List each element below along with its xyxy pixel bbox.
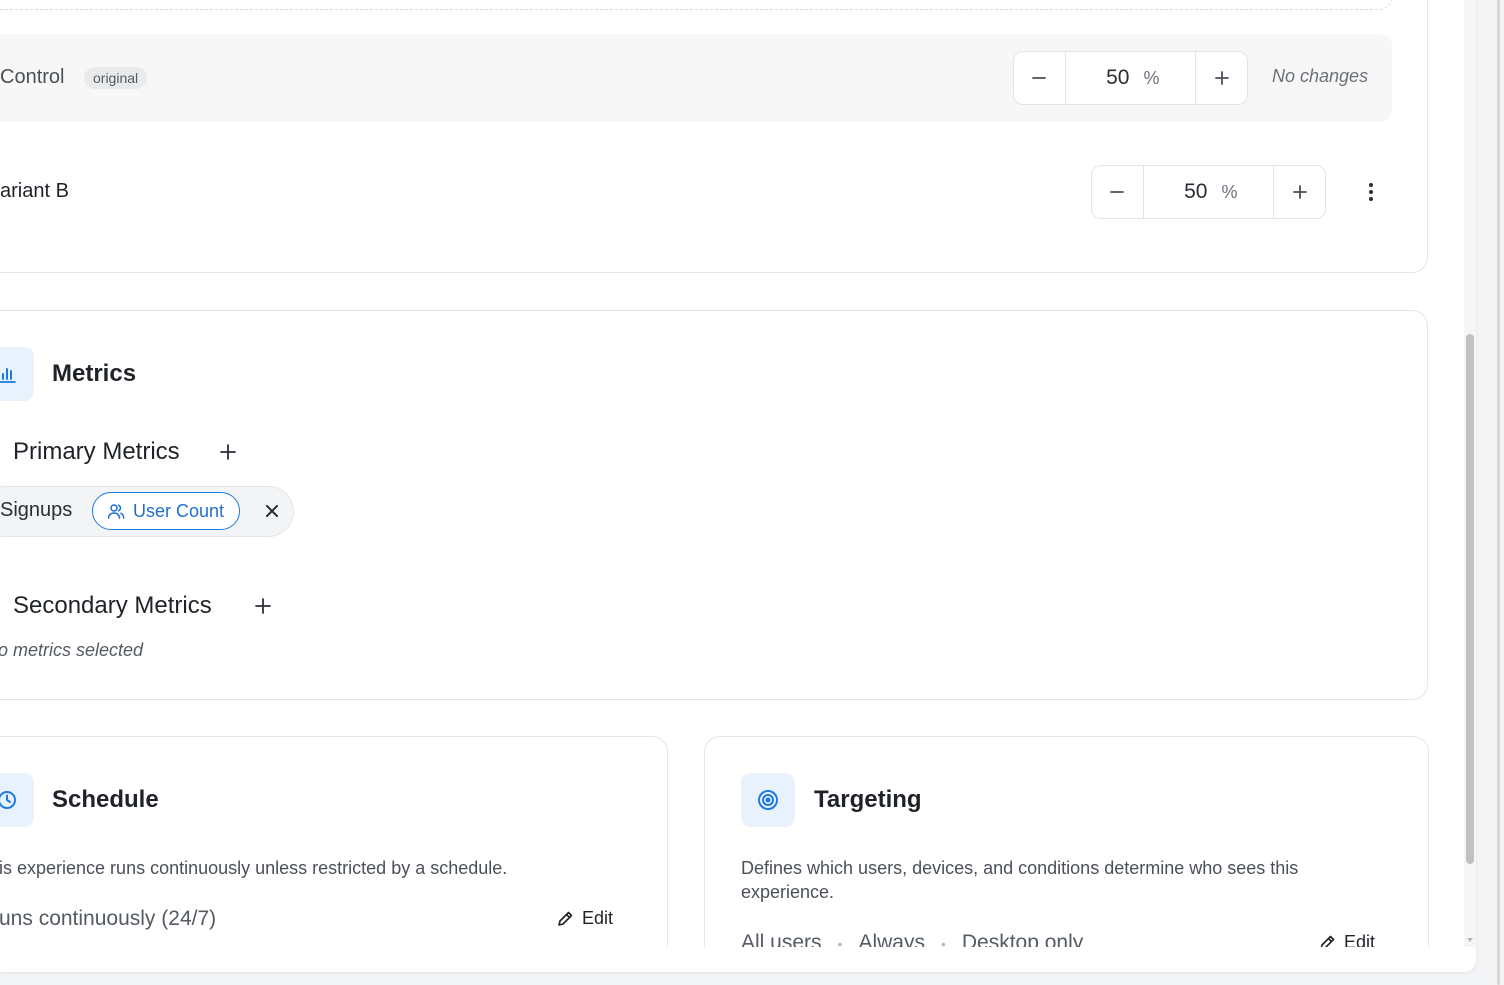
secondary-metrics-title: Secondary Metrics xyxy=(13,592,212,619)
user-count-label: User Count xyxy=(133,500,225,521)
schedule-edit-button[interactable]: Edit xyxy=(556,908,613,929)
user-count-tag[interactable]: User Count xyxy=(92,492,241,530)
targeting-card xyxy=(704,736,1429,947)
metrics-tile xyxy=(0,347,34,401)
minus-icon xyxy=(1032,77,1047,79)
primary-metrics-title: Primary Metrics xyxy=(13,438,180,465)
weight-input[interactable]: 50 xyxy=(1144,180,1222,204)
scrollbar-thumb[interactable] xyxy=(1466,334,1474,864)
more-options-icon[interactable] xyxy=(1360,177,1382,207)
secondary-metrics-empty: o metrics selected xyxy=(0,640,144,660)
schedule-description: is experience runs continuously unless r… xyxy=(0,858,508,878)
weight-input[interactable]: 50 xyxy=(1066,66,1144,90)
percent-unit: % xyxy=(1143,67,1160,88)
increase-button[interactable] xyxy=(1273,166,1325,218)
targeting-timing: Always xyxy=(858,931,925,947)
control-status: No changes xyxy=(1272,66,1369,86)
variant-name-b: ariant B xyxy=(0,180,69,202)
targeting-device: Desktop only xyxy=(961,931,1084,947)
add-secondary-metric-button[interactable] xyxy=(250,593,276,619)
edit-label: Edit xyxy=(582,908,614,928)
variant-b-weight-stepper: 50 % xyxy=(1091,165,1326,219)
add-primary-metric-button[interactable] xyxy=(215,439,241,465)
targeting-edit-button[interactable]: Edit xyxy=(1318,932,1375,947)
target-icon xyxy=(758,790,778,810)
metrics-title: Metrics xyxy=(52,360,137,387)
pencil-icon xyxy=(1320,935,1335,947)
decrease-button[interactable] xyxy=(1014,52,1066,104)
original-badge: original xyxy=(84,67,148,89)
pencil-icon xyxy=(558,911,573,926)
targeting-summary: All users • Always • Desktop only xyxy=(741,931,1083,947)
targeting-audience: All users xyxy=(741,931,822,947)
vertical-scrollbar[interactable] xyxy=(1464,0,1476,947)
plus-icon xyxy=(220,444,236,460)
edit-label: Edit xyxy=(1344,932,1376,947)
drop-zone-edge xyxy=(0,0,1393,10)
metric-name: Signups xyxy=(0,499,73,521)
remove-metric-button[interactable] xyxy=(260,498,284,524)
schedule-tile xyxy=(0,773,34,827)
plus-icon xyxy=(1292,185,1307,199)
close-icon xyxy=(266,505,278,517)
control-weight-stepper: 50 % xyxy=(1013,51,1248,105)
decrease-button[interactable] xyxy=(1092,166,1144,218)
schedule-summary: uns continuously (24/7) xyxy=(0,907,217,930)
minus-icon xyxy=(1110,191,1125,193)
bar-chart-icon xyxy=(0,368,16,383)
separator-dot: • xyxy=(940,936,946,947)
targeting-description: Defines which users, devices, and condit… xyxy=(741,858,1299,902)
window-scrollbar[interactable] xyxy=(1495,0,1504,985)
plus-icon xyxy=(255,598,271,614)
clock-icon xyxy=(0,791,16,809)
page-content: Control original 50 % No changes ariant … xyxy=(0,0,1464,947)
separator-dot: • xyxy=(837,936,843,947)
percent-unit: % xyxy=(1221,181,1238,202)
targeting-tile xyxy=(741,773,795,827)
schedule-title: Schedule xyxy=(52,786,159,813)
variant-name-control: Control xyxy=(0,66,65,88)
targeting-title: Targeting xyxy=(814,786,922,813)
window-scrollbar-thumb[interactable] xyxy=(1497,0,1500,985)
app-viewport: Control original 50 % No changes ariant … xyxy=(0,0,1476,972)
increase-button[interactable] xyxy=(1195,52,1247,104)
plus-icon xyxy=(1214,71,1229,85)
users-icon xyxy=(107,504,125,519)
scroll-down-arrow-icon[interactable] xyxy=(1467,938,1473,942)
